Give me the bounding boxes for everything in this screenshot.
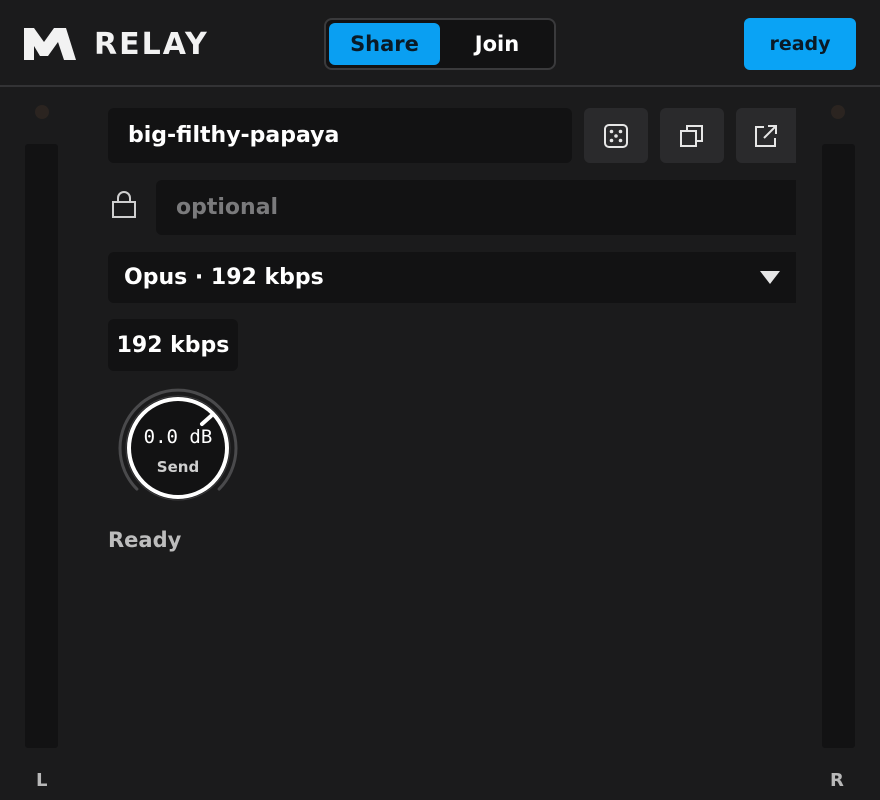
room-name-field[interactable]: big-filthy-papaya [108,108,572,163]
codec-select[interactable]: Opus · 192 kbps [108,252,796,303]
relay-logo-icon [24,28,76,60]
send-gain-knob[interactable]: 0.0 dB Send [116,386,240,510]
app-name: RELAY [94,27,209,62]
header: RELAY Share Join ready [0,0,880,87]
knob-dial [118,388,238,501]
tab-share[interactable]: Share [329,23,440,65]
tab-join[interactable]: Join [442,23,552,65]
open-link-button[interactable] [736,108,796,163]
lock-icon [112,191,136,218]
left-level-meter [25,144,58,748]
dice-icon [604,123,628,148]
right-level-meter [822,144,855,748]
knob-value: 0.0 dB [143,426,213,448]
password-placeholder: optional [176,195,279,220]
bitrate-badge: 192 kbps [108,319,238,371]
password-input[interactable]: optional [156,180,796,235]
relay-app: RELAY Share Join ready L R big-filthy-pa… [0,0,880,800]
right-clip-indicator [831,105,845,119]
connection-status: Ready [108,528,182,552]
left-meter-label: L [36,770,48,791]
external-link-icon [755,124,777,147]
right-meter-label: R [830,770,844,791]
logo: RELAY [24,27,207,62]
randomize-button[interactable] [584,108,648,163]
chevron-down-icon [760,271,780,284]
ready-status-button[interactable]: ready [744,18,856,70]
codec-selected-value: Opus · 192 kbps [124,265,324,290]
copy-button[interactable] [660,108,724,163]
mode-toggle: Share Join [324,18,556,70]
left-clip-indicator [35,105,49,119]
knob-label: Send [156,458,200,476]
copy-icon [680,124,703,147]
